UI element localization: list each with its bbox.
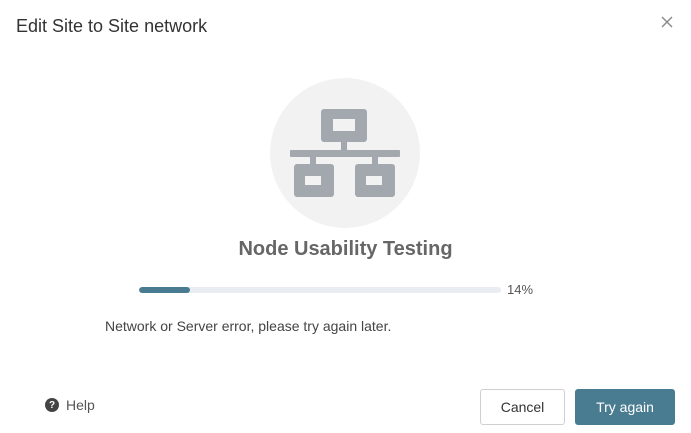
edit-network-dialog: Edit Site to Site network Node Usability… (0, 0, 691, 433)
dialog-title: Edit Site to Site network (16, 16, 208, 36)
close-icon (661, 16, 673, 28)
progress-fill (139, 287, 190, 293)
question-circle-icon: ? (45, 398, 59, 412)
help-label: Help (66, 397, 95, 413)
try-again-button[interactable]: Try again (575, 389, 675, 425)
progress-percent: 14% (507, 282, 534, 297)
cancel-button[interactable]: Cancel (480, 389, 565, 425)
network-topology-icon (290, 109, 400, 197)
network-illustration (270, 78, 420, 228)
error-message: Network or Server error, please try agai… (105, 318, 392, 334)
progress-bar (139, 287, 501, 293)
close-button[interactable] (657, 12, 677, 32)
help-link[interactable]: ? Help (45, 397, 95, 413)
test-heading: Node Usability Testing (238, 238, 453, 260)
